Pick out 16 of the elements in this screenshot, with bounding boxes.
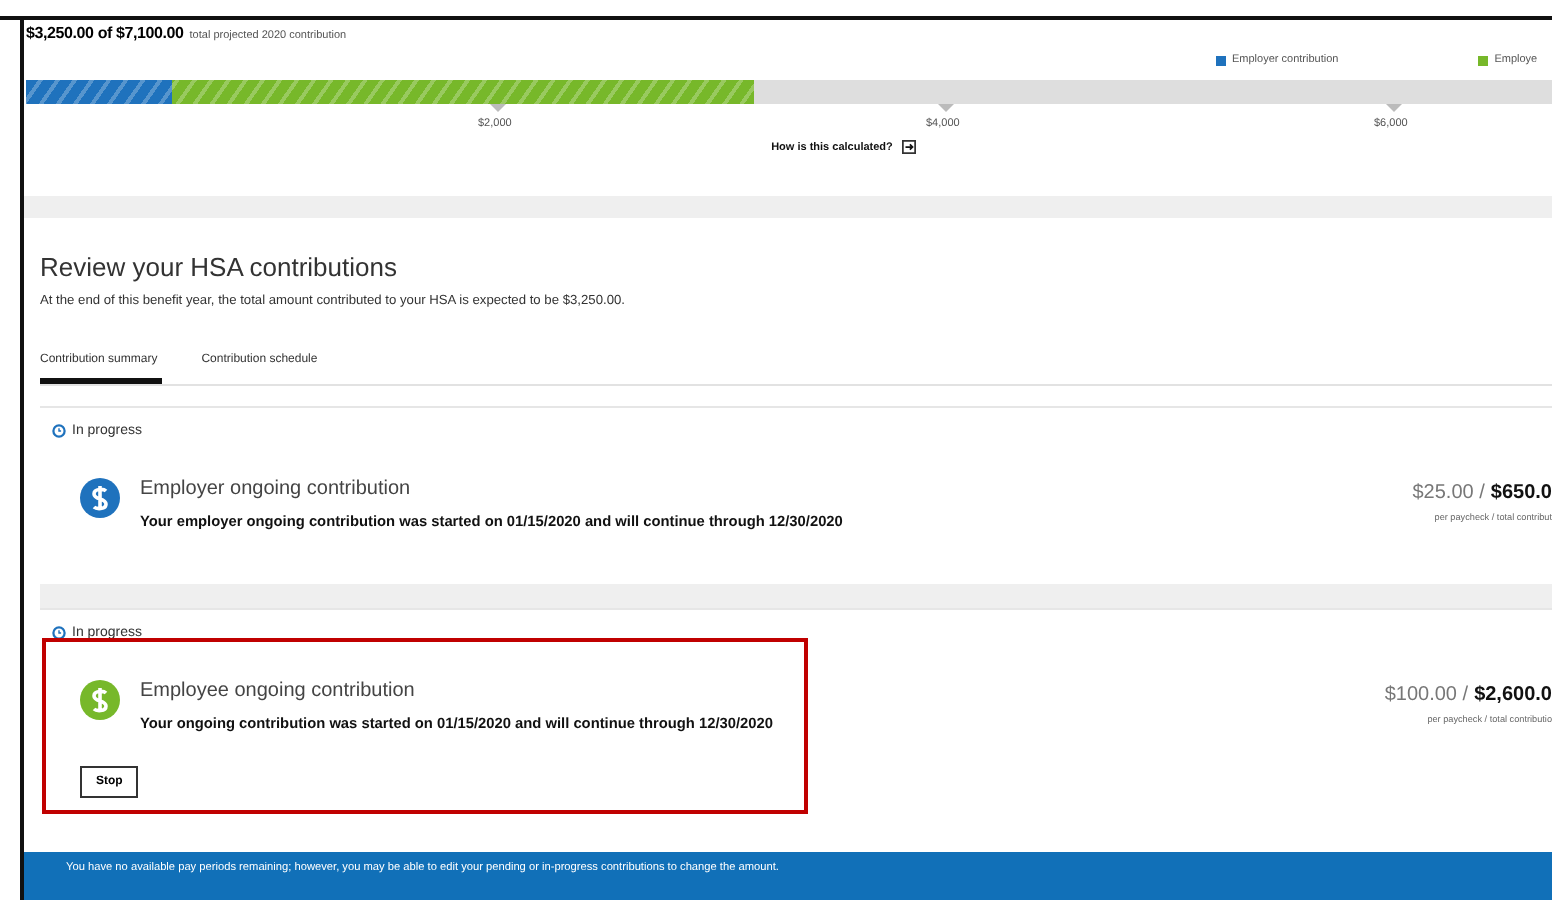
per-paycheck-amount: $25.00 / [1412, 482, 1485, 504]
tick-marker [490, 104, 506, 112]
total-amount: $2,600.0 [1474, 684, 1552, 706]
clock-icon [52, 625, 66, 639]
tick-marker [1386, 104, 1402, 112]
contribution-total: $3,250.00 of $7,100.00 [26, 24, 184, 42]
legend-swatch [1216, 55, 1226, 65]
contribution-title: Employee ongoing contribution [140, 680, 417, 702]
total-amount: $650.0 [1490, 482, 1552, 504]
expand-icon[interactable] [902, 140, 917, 154]
clock-icon [52, 423, 66, 437]
page-heading: Review your HSA contributions [40, 252, 399, 282]
tick-marker [938, 104, 954, 112]
legend-swatch [1478, 55, 1489, 65]
per-paycheck-amount: $100.00 / [1384, 684, 1469, 706]
contribution-title: Employer ongoing contribution [140, 478, 413, 500]
